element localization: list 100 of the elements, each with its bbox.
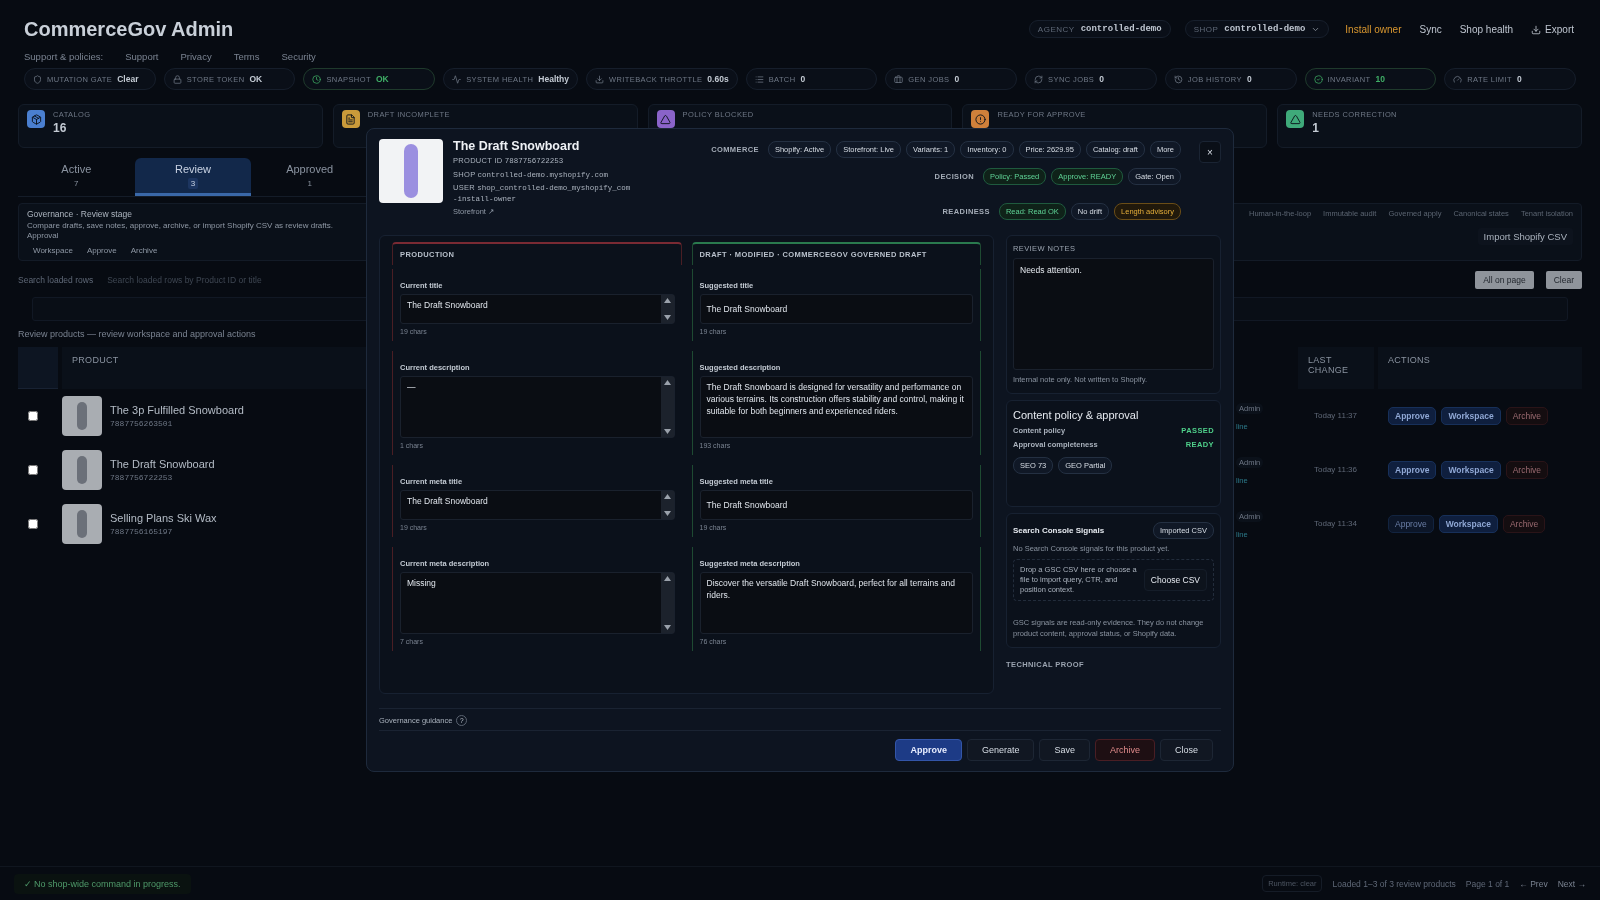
row-checkbox[interactable] <box>28 464 38 475</box>
governance-text: Compare drafts, save notes, approve, archive, or import Shopify CSV as review drafts. Approval <box>27 221 334 242</box>
status-value: 0 <box>1099 74 1104 84</box>
status-value: OK <box>249 74 263 84</box>
status-icon <box>754 74 764 84</box>
governance-title: Governance · Review stage <box>27 209 133 219</box>
text-field[interactable]: The Draft Snowboard <box>699 293 973 324</box>
notes-field[interactable]: Needs attention. <box>1013 257 1214 370</box>
table-header-background <box>18 346 58 389</box>
status-icon <box>33 74 42 84</box>
status-icon <box>172 74 182 84</box>
selection-button[interactable]: Clear <box>1545 270 1582 289</box>
status-icon <box>1034 74 1044 84</box>
scrollbar-icon[interactable] <box>660 490 674 519</box>
status-value: 10 <box>1375 74 1386 84</box>
status-value: 0.60s <box>707 74 729 84</box>
product-name: Selling Plans Ski Wax <box>110 511 217 524</box>
dialog-button[interactable]: Save <box>1039 739 1090 761</box>
text-field[interactable]: The Draft Snowboard <box>400 293 675 324</box>
next-link[interactable]: Next → <box>1557 878 1586 889</box>
text-field[interactable]: The Draft Snowboard <box>400 489 675 520</box>
import-button[interactable]: Import Shopify CSV <box>1477 228 1573 245</box>
context-selector[interactable]: AGENCY controlled-demo <box>1028 20 1171 38</box>
status-icon <box>1173 74 1183 84</box>
row-action[interactable]: Approve <box>1388 460 1437 479</box>
loaded-count: Loaded 1–3 of 3 review products <box>1332 878 1456 889</box>
row-action[interactable]: Workspace <box>1438 514 1498 533</box>
text-field[interactable]: The Draft Snowboard is designed for versatility and performance on various terrains. Its construction offers stability and control, making it suitable for both beginners and experienced riders. <box>699 375 973 438</box>
scrollbar-icon[interactable] <box>660 294 674 323</box>
stat-value: 1 <box>1312 121 1320 135</box>
product-name: The 3p Fulfilled Snowboard <box>110 403 244 416</box>
stat-value: 16 <box>53 121 68 135</box>
status-value: 0 <box>1246 74 1252 84</box>
product-title: The Draft Snowboard <box>453 139 581 153</box>
links-label: Support & policies: <box>24 51 104 62</box>
header-action[interactable]: Shop health <box>1457 20 1516 39</box>
app-title: CommerceGov Admin <box>24 18 235 41</box>
card-title: Content policy & approval <box>1013 408 1140 421</box>
text-field[interactable]: — <box>400 375 675 438</box>
stage-tab[interactable]: Review 3 <box>134 158 252 196</box>
governance-link[interactable]: Archive <box>130 245 158 255</box>
row-checkbox[interactable] <box>28 410 38 421</box>
dialog-button[interactable]: Close <box>1160 739 1213 761</box>
prev-link[interactable]: ← Prev <box>1519 878 1548 889</box>
last-change: Today 11:34 <box>1313 519 1357 529</box>
stage-tab[interactable]: Approved 1 <box>251 158 368 196</box>
product-image <box>379 139 443 203</box>
table-caption: Review products — review workspace and approval actions <box>18 328 256 339</box>
policy-link[interactable]: Support <box>125 51 159 62</box>
dialog-button[interactable]: Approve <box>895 739 962 761</box>
command-status: ✓ No shop-wide command in progress. <box>14 873 191 894</box>
page-indicator: Page 1 of 1 <box>1465 878 1510 889</box>
status-icon <box>312 74 322 84</box>
row-action[interactable]: Workspace <box>1441 460 1501 479</box>
product-id: 7887756722253 <box>110 472 174 482</box>
column-header: LAST CHANGE <box>1298 346 1374 389</box>
policy-link[interactable]: Privacy <box>180 51 212 62</box>
row-action[interactable]: Archive <box>1505 406 1549 425</box>
status-value: Healthy <box>538 74 570 84</box>
row-action[interactable]: Archive <box>1505 460 1549 479</box>
search-label: Search loaded rows <box>18 274 94 285</box>
close-button[interactable]: × <box>1199 141 1221 163</box>
download-icon <box>1531 24 1542 35</box>
header-action[interactable]: Install owner <box>1343 20 1404 39</box>
scrollbar-icon[interactable] <box>660 376 674 437</box>
governance-link[interactable]: Approve <box>86 245 117 255</box>
last-change: Today 11:37 <box>1313 411 1357 421</box>
status-icon <box>1453 74 1463 84</box>
scrollbar-icon[interactable] <box>660 572 674 633</box>
dialog-button[interactable]: Generate <box>966 739 1035 761</box>
choose-csv-button[interactable]: Choose CSV <box>1143 569 1207 592</box>
status-icon <box>595 74 605 84</box>
header-action[interactable]: Export <box>1529 20 1576 39</box>
text-field[interactable]: The Draft Snowboard <box>699 489 973 520</box>
row-checkbox[interactable] <box>28 518 38 529</box>
status-value: 0 <box>800 74 806 84</box>
header-action[interactable]: Sync <box>1417 20 1444 39</box>
card-title: Search Console Signals <box>1013 525 1105 535</box>
status-value: OK <box>375 74 389 84</box>
status-icon <box>894 74 904 84</box>
text-field[interactable]: Missing <box>400 571 675 634</box>
stage-tab[interactable]: Active 7 <box>18 158 135 196</box>
row-action[interactable]: Workspace <box>1441 406 1501 425</box>
product-name: The Draft Snowboard <box>110 457 215 470</box>
row-action[interactable]: Approve <box>1388 406 1437 425</box>
status-value: 0 <box>1516 74 1522 84</box>
status-value: 0 <box>954 74 960 84</box>
selection-button[interactable]: All on page <box>1475 270 1534 289</box>
status-icon <box>1313 74 1323 84</box>
column-header: ACTIONS <box>1378 346 1582 389</box>
text-field[interactable]: Discover the versatile Draft Snowboard, perfect for all terrains and riders. <box>699 571 973 634</box>
status-value: Clear <box>117 74 139 84</box>
product-id: 7887756263501 <box>110 418 174 428</box>
product-thumbnail <box>62 503 102 544</box>
dialog-button[interactable]: Archive <box>1094 739 1155 761</box>
policy-link[interactable]: Security <box>281 51 316 62</box>
governance-link[interactable]: Workspace <box>33 245 73 255</box>
policy-link[interactable]: Terms <box>233 51 260 62</box>
row-action[interactable]: Archive <box>1502 514 1546 533</box>
context-selector[interactable]: SHOP controlled-demo <box>1184 20 1330 38</box>
